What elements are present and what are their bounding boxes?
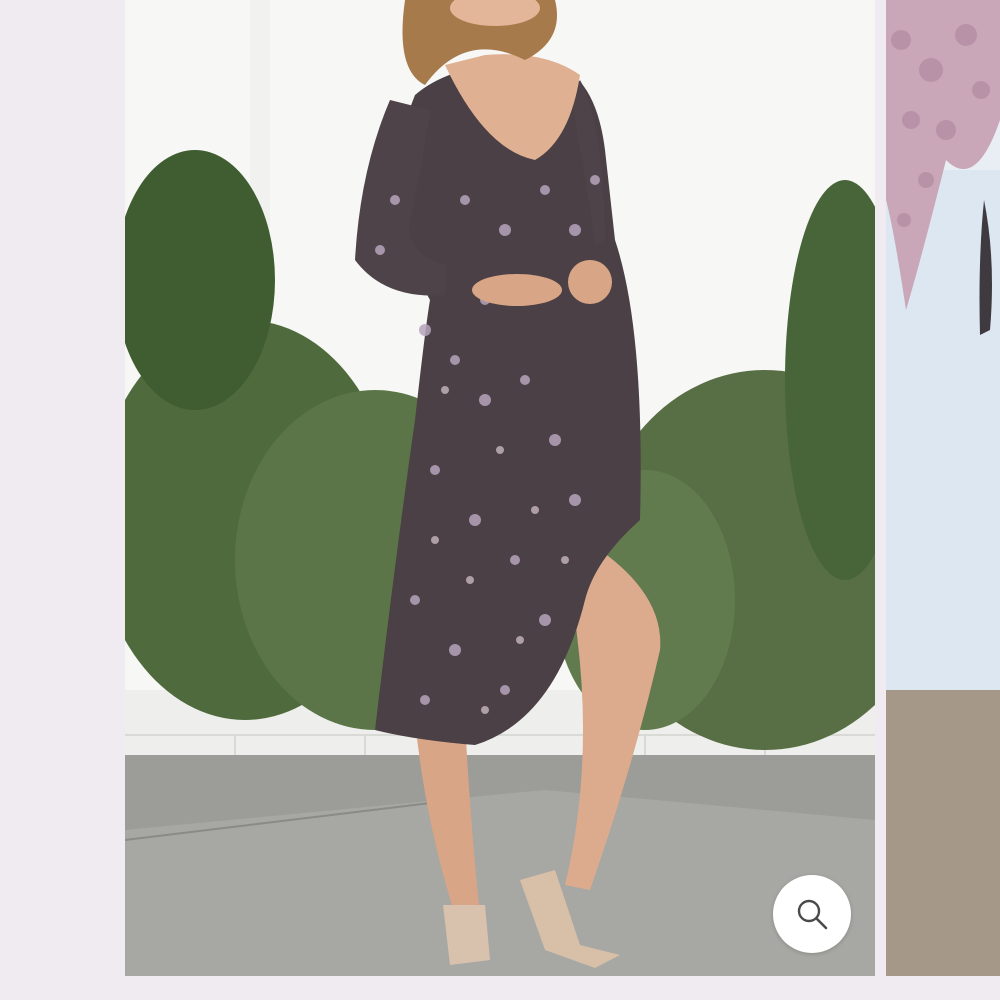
image-carousel[interactable]: [0, 0, 1000, 1000]
product-photo-next: [886, 0, 1000, 976]
search-icon: [797, 899, 828, 930]
zoom-button[interactable]: [773, 875, 851, 953]
product-gallery-page: [0, 0, 1000, 1000]
product-image-main[interactable]: [125, 0, 875, 976]
product-image-next[interactable]: [886, 0, 1000, 976]
product-photo: [125, 0, 875, 976]
